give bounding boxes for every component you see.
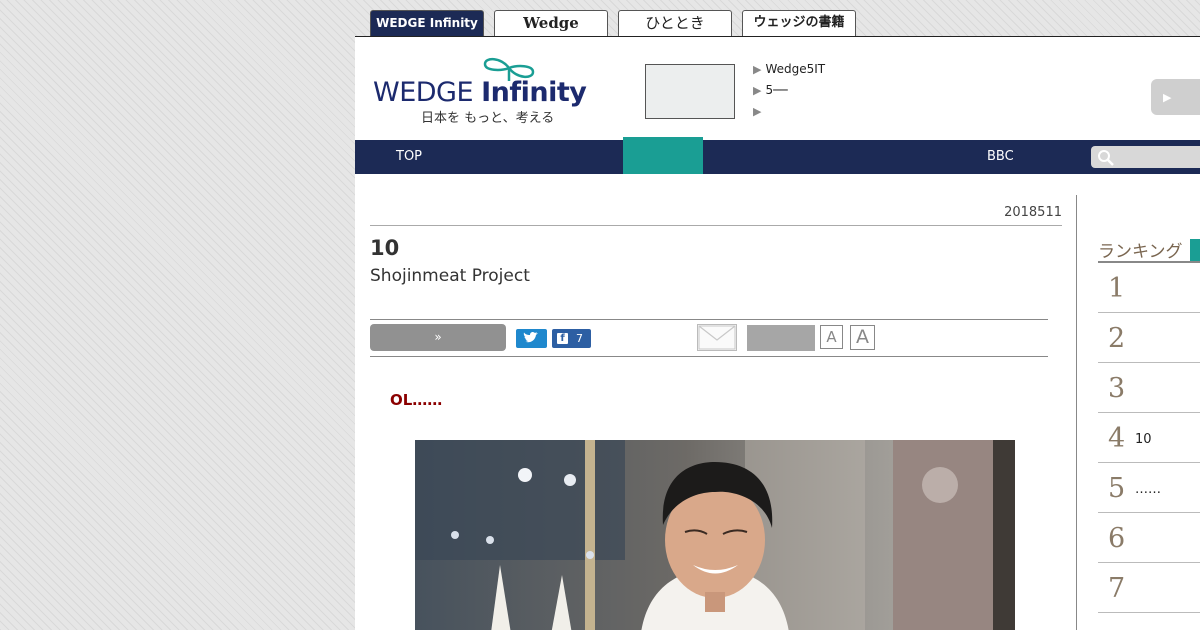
logo-tagline: 日本を もっと、考える — [421, 111, 555, 126]
rank-title: 10 — [1135, 432, 1152, 447]
page: WEDGE Infinity 日本を もっと、考える ▶ Wedge5IT ▶ 5─… — [355, 36, 1200, 630]
triangle-right-icon: ▶ — [753, 63, 762, 76]
logo-wordmark: WEDGE Infinity — [373, 77, 587, 108]
logo-word-wedge: WEDGE — [373, 77, 474, 108]
tab-wedge-books[interactable]: ウェッジの書籍 — [742, 10, 856, 36]
ranking-item[interactable]: 1 — [1098, 263, 1200, 313]
header-link-1[interactable]: ▶ Wedge5IT — [753, 61, 825, 82]
rank-title: …… — [1135, 482, 1161, 497]
ranking-item[interactable]: 5 …… — [1098, 463, 1200, 513]
print-button[interactable] — [747, 325, 815, 351]
search-icon — [1098, 150, 1114, 166]
rank-number: 5 — [1108, 473, 1126, 504]
facebook-icon: f — [557, 333, 568, 344]
rank-number: 7 — [1108, 573, 1126, 604]
nav-item-active[interactable] — [623, 137, 703, 174]
portrait-photo — [415, 440, 1015, 630]
article-lead: OL…… — [390, 391, 443, 409]
nav-item-top[interactable]: TOP — [396, 140, 422, 174]
share-bar: » f 7 A A — [370, 319, 1048, 357]
header-links: ▶ Wedge5IT ▶ 5── ▶ — [753, 61, 825, 124]
ranking-title: ランキング — [1098, 242, 1183, 262]
mail-share-button[interactable] — [697, 324, 737, 351]
rank-number: 4 — [1108, 423, 1126, 454]
sidebar-divider — [1076, 195, 1077, 630]
rank-number: 1 — [1108, 273, 1126, 304]
twitter-share-button[interactable] — [516, 329, 547, 348]
rank-number: 3 — [1108, 373, 1126, 404]
header-link-label: Wedge5IT — [765, 62, 826, 76]
logo-word-infinity: Infinity — [481, 77, 587, 108]
ranking-item[interactable]: 4 10 — [1098, 413, 1200, 463]
triangle-right-icon: ▶ — [753, 84, 762, 97]
facebook-share-count: 7 — [576, 332, 583, 345]
article-subtitle: Shojinmeat Project — [370, 266, 530, 286]
article-date: 2018511 — [1004, 205, 1062, 220]
font-size-large-button[interactable]: A — [850, 325, 875, 350]
tab-wedge[interactable]: Wedge — [494, 10, 608, 36]
ranking-header: ランキング — [1098, 237, 1200, 263]
ranking-tab-marker — [1190, 239, 1200, 261]
header-play-button[interactable]: ▶ — [1151, 79, 1200, 115]
nav-item-bbc[interactable]: BBC — [987, 140, 1014, 174]
ranking-item[interactable]: 7 — [1098, 563, 1200, 613]
search-input[interactable] — [1091, 146, 1200, 168]
header-link-3[interactable]: ▶ — [753, 103, 825, 124]
twitter-icon — [523, 331, 538, 343]
rank-number: 6 — [1108, 523, 1126, 554]
tab-wedge-infinity[interactable]: WEDGE Infinity — [370, 10, 484, 36]
ranking-item[interactable]: 2 — [1098, 313, 1200, 363]
envelope-icon — [698, 325, 736, 350]
facebook-share-button[interactable]: f 7 — [552, 329, 591, 348]
article-title: 10 — [370, 236, 400, 260]
header-link-label: 5── — [765, 83, 788, 97]
ranking-item[interactable]: 3 — [1098, 363, 1200, 413]
header-ad-box[interactable] — [645, 64, 735, 119]
main-nav: TOP BBC — [355, 137, 1200, 174]
ranking-item[interactable]: 6 — [1098, 513, 1200, 563]
font-size-small-button[interactable]: A — [820, 325, 843, 349]
header-link-2[interactable]: ▶ 5── — [753, 82, 825, 103]
play-icon: ▶ — [1163, 91, 1172, 104]
triangle-right-icon: ▶ — [753, 105, 762, 118]
ranking-widget: ランキング 1 2 3 4 10 5 …… 6 7 — [1098, 237, 1200, 613]
tab-hitotoki[interactable]: ひととき — [618, 10, 732, 36]
site-logo[interactable]: WEDGE Infinity 日本を もっと、考える — [373, 55, 603, 127]
divider — [370, 225, 1062, 226]
article-photo — [415, 440, 1015, 630]
rank-number: 2 — [1108, 323, 1126, 354]
next-page-button[interactable]: » — [370, 324, 506, 351]
